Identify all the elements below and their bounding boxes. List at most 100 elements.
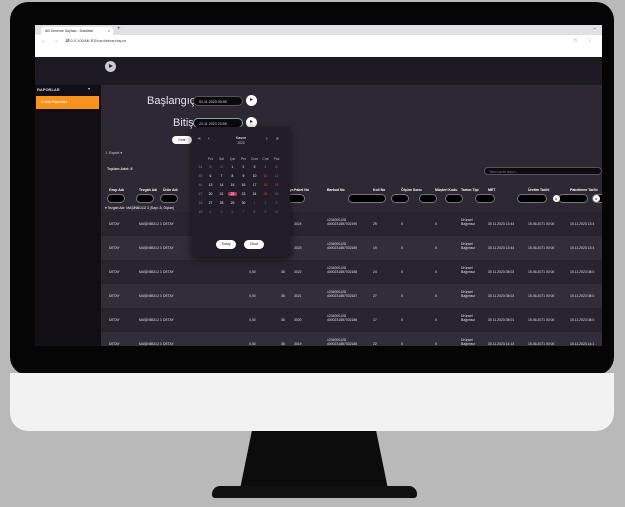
calendar-day[interactable]: 14 (217, 183, 226, 187)
calendar-day[interactable]: 6 (206, 174, 215, 178)
calendar-day[interactable]: 31 (217, 165, 226, 169)
next-month-icon[interactable]: › (266, 136, 268, 142)
calendar-day[interactable]: 4 (261, 165, 270, 169)
calendar-day[interactable]: 1 (250, 201, 259, 205)
minimize-icon[interactable]: – (593, 26, 596, 32)
table-cell: DETAY (109, 270, 120, 274)
calendar-day[interactable]: 3 (250, 165, 259, 169)
group-row[interactable]: ▾ Tezgah Adı: MAŞİNBÜLÜ 3 (Sayı: 8, Ölçü… (105, 206, 174, 210)
calendar-day[interactable]: 29 (228, 201, 237, 205)
filter-arrow-icon[interactable]: ▸ (593, 195, 600, 202)
calendar-day[interactable]: 7 (217, 174, 226, 178)
column-header[interactable]: Ürün Adı (163, 188, 178, 192)
column-header[interactable]: Barkod No (327, 188, 345, 192)
filter-arrow-icon[interactable]: ▸ (553, 195, 560, 202)
calendar-day[interactable]: 27 (206, 201, 215, 205)
column-header[interactable]: Tezgah Adı (139, 188, 157, 192)
column-header[interactable]: Tartım Tipi (461, 188, 479, 192)
column-filter-input[interactable] (517, 194, 547, 203)
weekday-label: Sal (219, 157, 224, 161)
table-cell: 0 (435, 342, 437, 346)
calendar-day[interactable]: 2 (239, 165, 248, 169)
week-number: 45 (198, 174, 203, 178)
calendar-day[interactable]: 10 (250, 174, 259, 178)
calendar-day[interactable]: 9 (261, 210, 270, 214)
column-header[interactable]: Üretim Tarihi (528, 188, 549, 192)
next-year-icon[interactable]: » (276, 136, 279, 142)
column-filter-input[interactable] (391, 194, 409, 203)
table-cell: 27 (373, 294, 377, 298)
column-filter-input[interactable] (445, 194, 463, 203)
column-filter-input[interactable] (136, 194, 154, 203)
url-field[interactable]: 10.0.0.100/MLRS/canlıekran/rapor (65, 38, 126, 43)
calendar-day[interactable]: 10 (272, 210, 281, 214)
app-logo-icon[interactable] (105, 61, 116, 72)
calendar-year[interactable]: 2023 (227, 141, 255, 145)
start-calendar-button[interactable]: ▸ (246, 95, 257, 106)
prev-month-icon[interactable]: ‹ (208, 136, 210, 142)
column-header[interactable]: Paketleme Tarihi (570, 188, 598, 192)
calendar-day[interactable]: 20 (206, 192, 215, 196)
calendar-day[interactable]: 18 (261, 183, 270, 187)
calendar-day[interactable]: 9 (239, 174, 248, 178)
column-header[interactable]: Müşteri Kodu (435, 188, 457, 192)
calendar-day[interactable]: 12 (272, 174, 281, 178)
chevron-down-icon[interactable]: ▾ (88, 86, 90, 91)
calendar-day[interactable]: 30 (206, 165, 215, 169)
prev-year-icon[interactable]: « (198, 136, 201, 142)
calendar-day[interactable]: 13 (206, 183, 215, 187)
calendar-day[interactable]: 5 (217, 210, 226, 214)
apply-button[interactable]: Getir (172, 136, 192, 144)
column-header[interactable]: Grup Adı (109, 188, 124, 192)
clear-button[interactable]: Clear (244, 240, 264, 249)
calendar-day[interactable]: 28 (217, 201, 226, 205)
sidebar-section-title[interactable]: RAPORLAR (37, 87, 60, 92)
calendar-day[interactable]: 16 (239, 183, 248, 187)
column-header[interactable]: MET (488, 188, 495, 192)
column-header[interactable]: Paket No (294, 188, 309, 192)
calendar-day[interactable]: 7 (239, 210, 248, 214)
calendar-day[interactable]: 1 (228, 165, 237, 169)
column-header[interactable]: Koli No (373, 188, 385, 192)
calendar-day[interactable]: 3 (272, 201, 281, 205)
close-icon[interactable]: × (108, 27, 110, 35)
column-filter-input[interactable] (475, 194, 495, 203)
calendar-day[interactable]: 17 (250, 183, 259, 187)
calendar-day[interactable]: 8 (228, 174, 237, 178)
calendar-day[interactable]: 19 (272, 183, 281, 187)
table-cell: DETAY (163, 222, 174, 226)
calendar-day[interactable]: 5 (272, 165, 281, 169)
column-filter-input[interactable] (348, 194, 386, 203)
calendar-day[interactable]: 21 (217, 192, 226, 196)
column-filter-input[interactable] (558, 194, 588, 203)
calendar-day[interactable]: 6 (228, 210, 237, 214)
browser-menu-icon[interactable]: ☆ ⋮ (573, 38, 596, 44)
table-cell: 0 (435, 294, 437, 298)
start-date-input[interactable]: 01.11.2023 00:00 (193, 96, 243, 106)
new-tab-button[interactable]: + (117, 26, 121, 32)
column-filter-input[interactable] (107, 194, 125, 203)
calendar-day[interactable]: 26 (272, 192, 281, 196)
calendar-day[interactable]: 11 (261, 174, 270, 178)
column-filter-input[interactable] (160, 194, 178, 203)
calendar-day[interactable]: 23 (239, 192, 248, 196)
table-cell: 35 (281, 342, 285, 346)
table-cell: 0 (401, 222, 403, 226)
calendar-day[interactable]: 24 (250, 192, 259, 196)
calendar-day[interactable]: 8 (250, 210, 259, 214)
calendar-day[interactable]: 22 (228, 192, 237, 196)
calendar-day[interactable]: 15 (228, 183, 237, 187)
column-filter-input[interactable] (419, 194, 437, 203)
calendar-day[interactable]: 25 (261, 192, 270, 196)
export-button[interactable]: ⇩ Export ▾ (105, 151, 122, 155)
column-header[interactable]: Ölçüm Sonu (401, 188, 422, 192)
calendar-day[interactable]: 4 (206, 210, 215, 214)
today-button[interactable]: Today (216, 240, 236, 249)
calendar-day[interactable]: 2 (261, 201, 270, 205)
browser-tab[interactable]: AB Deneme Sayfası - Dataliste × (41, 27, 113, 35)
calendar-month[interactable]: Kasım (227, 136, 255, 140)
table-cell: DETAY (163, 270, 174, 274)
calendar-day[interactable]: 30 (239, 201, 248, 205)
search-input[interactable]: Tablo içinde arayın... (484, 167, 602, 175)
sidebar-item-uretim-raporlari[interactable]: Üretim Raporları (36, 96, 99, 109)
